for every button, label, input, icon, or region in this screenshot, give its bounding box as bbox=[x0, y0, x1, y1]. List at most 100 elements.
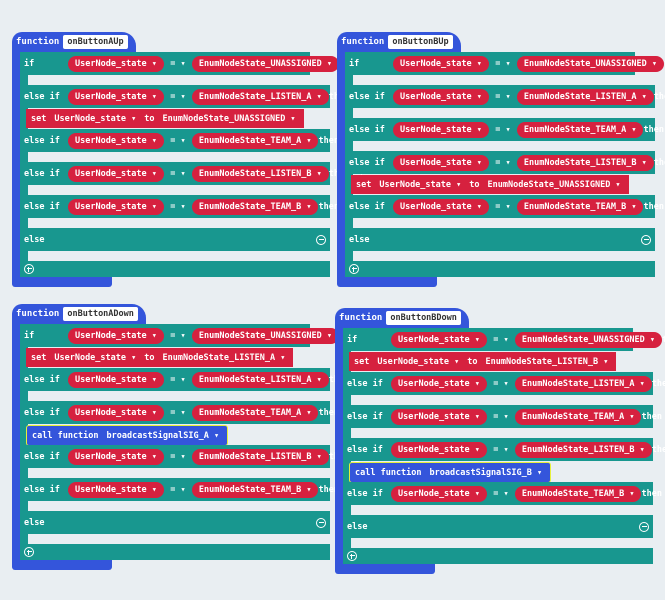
operator-dropdown[interactable]: = ▾ bbox=[487, 489, 515, 499]
variable-dropdown[interactable]: UserNode_state ▾ bbox=[391, 375, 487, 392]
enum-value-dropdown[interactable]: EnumNodeState_LISTEN_B ▾ bbox=[486, 357, 609, 367]
enum-value-dropdown[interactable]: EnumNodeState_UNASSIGNED ▾ bbox=[191, 55, 339, 72]
else-if-row[interactable]: else if UserNode_state ▾ = ▾ EnumNodeState_… bbox=[345, 151, 665, 174]
operator-dropdown[interactable]: = ▾ bbox=[489, 125, 517, 135]
enum-value-dropdown[interactable]: EnumNodeState_TEAM_B ▾ bbox=[516, 198, 644, 215]
enum-value-dropdown[interactable]: EnumNodeState_UNASSIGNED ▾ bbox=[163, 114, 296, 124]
function-dropdown[interactable]: broadcastSignalSIG_B ▾ bbox=[430, 468, 543, 478]
operator-dropdown[interactable]: = ▾ bbox=[164, 408, 192, 418]
else-if-row[interactable]: else if UserNode_state ▾ = ▾ EnumNodeState_… bbox=[20, 401, 352, 424]
operator-dropdown[interactable]: = ▾ bbox=[164, 202, 192, 212]
else-if-row[interactable]: else if UserNode_state ▾ = ▾ EnumNodeState_… bbox=[20, 85, 363, 108]
function-name-field[interactable]: onButtonAUp bbox=[63, 35, 128, 49]
else-row[interactable]: else bbox=[20, 511, 330, 534]
function-name-field[interactable]: onButtonBUp bbox=[388, 35, 453, 49]
enum-value-dropdown[interactable]: EnumNodeState_UNASSIGNED ▾ bbox=[191, 327, 339, 344]
enum-value-dropdown[interactable]: EnumNodeState_TEAM_A ▾ bbox=[514, 408, 642, 425]
variable-dropdown[interactable]: UserNode_state ▾ bbox=[393, 154, 489, 171]
enum-value-dropdown[interactable]: EnumNodeState_LISTEN_B ▾ bbox=[514, 441, 652, 458]
enum-value-dropdown[interactable]: EnumNodeState_TEAM_B ▾ bbox=[191, 198, 319, 215]
minus-circle-icon[interactable] bbox=[641, 234, 651, 245]
enum-value-dropdown[interactable]: EnumNodeState_TEAM_B ▾ bbox=[191, 481, 319, 498]
else-row[interactable]: else bbox=[343, 515, 653, 538]
else-if-row[interactable]: else if UserNode_state ▾ = ▾ EnumNodeState_… bbox=[345, 118, 664, 141]
else-if-row[interactable]: else if UserNode_state ▾ = ▾ EnumNodeState_… bbox=[345, 85, 665, 108]
variable-dropdown[interactable]: UserNode_state ▾ bbox=[68, 132, 164, 149]
function-name-field[interactable]: onButtonADown bbox=[63, 307, 138, 321]
enum-value-dropdown[interactable]: EnumNodeState_TEAM_A ▾ bbox=[191, 404, 319, 421]
enum-value-dropdown[interactable]: EnumNodeState_UNASSIGNED ▾ bbox=[516, 55, 664, 72]
set-variable-block[interactable]: set UserNode_state ▾ to EnumNodeState_UNASS… bbox=[26, 109, 304, 128]
variable-dropdown[interactable]: UserNode_state ▾ bbox=[54, 353, 136, 363]
variable-dropdown[interactable]: UserNode_state ▾ bbox=[68, 327, 164, 344]
else-if-row[interactable]: else if UserNode_state ▾ = ▾ EnumNodeState_… bbox=[343, 482, 665, 505]
function-header[interactable]: function onButtonAUp bbox=[12, 32, 136, 52]
operator-dropdown[interactable]: = ▾ bbox=[164, 485, 192, 495]
plus-circle-icon[interactable] bbox=[347, 551, 357, 561]
function-header[interactable]: function onButtonADown bbox=[12, 304, 146, 324]
enum-value-dropdown[interactable]: EnumNodeState_TEAM_A ▾ bbox=[191, 132, 319, 149]
set-variable-block[interactable]: set UserNode_state ▾ to EnumNodeState_LISTE… bbox=[349, 352, 617, 371]
operator-dropdown[interactable]: = ▾ bbox=[489, 92, 517, 102]
variable-dropdown[interactable]: UserNode_state ▾ bbox=[393, 55, 489, 72]
enum-value-dropdown[interactable]: EnumNodeState_LISTEN_A ▾ bbox=[191, 88, 329, 105]
operator-dropdown[interactable]: = ▾ bbox=[487, 445, 515, 455]
variable-dropdown[interactable]: UserNode_state ▾ bbox=[391, 441, 487, 458]
minus-circle-icon[interactable] bbox=[316, 234, 326, 245]
variable-dropdown[interactable]: UserNode_state ▾ bbox=[391, 331, 487, 348]
else-if-row[interactable]: else if UserNode_state ▾ = ▾ EnumNodeState_… bbox=[20, 478, 352, 501]
enum-value-dropdown[interactable]: EnumNodeState_LISTEN_B ▾ bbox=[516, 154, 654, 171]
operator-dropdown[interactable]: = ▾ bbox=[487, 335, 515, 345]
variable-dropdown[interactable]: UserNode_state ▾ bbox=[391, 408, 487, 425]
else-if-row[interactable]: else if UserNode_state ▾ = ▾ EnumNodeState_… bbox=[343, 372, 665, 395]
else-if-row[interactable]: else if UserNode_state ▾ = ▾ EnumNodeState_… bbox=[20, 368, 363, 391]
plus-circle-icon[interactable] bbox=[349, 264, 359, 274]
variable-dropdown[interactable]: UserNode_state ▾ bbox=[377, 357, 459, 367]
operator-dropdown[interactable]: = ▾ bbox=[164, 452, 192, 462]
variable-dropdown[interactable]: UserNode_state ▾ bbox=[54, 114, 136, 124]
function-name-field[interactable]: onButtonBDown bbox=[386, 311, 461, 325]
else-if-row[interactable]: else if UserNode_state ▾ = ▾ EnumNodeState_… bbox=[20, 162, 363, 185]
else-if-row[interactable]: else if UserNode_state ▾ = ▾ EnumNodeState_… bbox=[345, 195, 664, 218]
function-dropdown[interactable]: broadcastSignalSIG_A ▾ bbox=[107, 431, 220, 441]
variable-dropdown[interactable]: UserNode_state ▾ bbox=[393, 198, 489, 215]
variable-dropdown[interactable]: UserNode_state ▾ bbox=[391, 485, 487, 502]
enum-value-dropdown[interactable]: EnumNodeState_TEAM_B ▾ bbox=[514, 485, 642, 502]
if-row[interactable]: if UserNode_state ▾ = ▾ EnumNodeState_UNASS… bbox=[20, 324, 359, 347]
if-row[interactable]: if UserNode_state ▾ = ▾ EnumNodeState_UNASS… bbox=[343, 328, 665, 351]
operator-dropdown[interactable]: = ▾ bbox=[164, 136, 192, 146]
else-if-row[interactable]: else if UserNode_state ▾ = ▾ EnumNodeState_… bbox=[343, 405, 665, 428]
plus-circle-icon[interactable] bbox=[24, 264, 34, 274]
enum-value-dropdown[interactable]: EnumNodeState_LISTEN_A ▾ bbox=[191, 371, 329, 388]
minus-circle-icon[interactable] bbox=[639, 521, 649, 532]
operator-dropdown[interactable]: = ▾ bbox=[164, 331, 192, 341]
enum-value-dropdown[interactable]: EnumNodeState_LISTEN_A ▾ bbox=[163, 353, 286, 363]
set-variable-block[interactable]: set UserNode_state ▾ to EnumNodeState_LISTE… bbox=[26, 348, 294, 367]
variable-dropdown[interactable]: UserNode_state ▾ bbox=[393, 121, 489, 138]
operator-dropdown[interactable]: = ▾ bbox=[487, 412, 515, 422]
operator-dropdown[interactable]: = ▾ bbox=[164, 92, 192, 102]
variable-dropdown[interactable]: UserNode_state ▾ bbox=[379, 180, 461, 190]
variable-dropdown[interactable]: UserNode_state ▾ bbox=[68, 481, 164, 498]
else-if-row[interactable]: else if UserNode_state ▾ = ▾ EnumNodeState_… bbox=[20, 445, 363, 468]
else-if-row[interactable]: else if UserNode_state ▾ = ▾ EnumNodeState_… bbox=[20, 195, 352, 218]
enum-value-dropdown[interactable]: EnumNodeState_LISTEN_A ▾ bbox=[514, 375, 652, 392]
else-row[interactable]: else bbox=[345, 228, 655, 251]
operator-dropdown[interactable]: = ▾ bbox=[164, 59, 192, 69]
if-row[interactable]: if UserNode_state ▾ = ▾ EnumNodeState_UNASS… bbox=[345, 52, 665, 75]
variable-dropdown[interactable]: UserNode_state ▾ bbox=[68, 165, 164, 182]
set-variable-block[interactable]: set UserNode_state ▾ to EnumNodeState_UNASS… bbox=[351, 175, 629, 194]
operator-dropdown[interactable]: = ▾ bbox=[489, 59, 517, 69]
variable-dropdown[interactable]: UserNode_state ▾ bbox=[68, 448, 164, 465]
variable-dropdown[interactable]: UserNode_state ▾ bbox=[68, 55, 164, 72]
variable-dropdown[interactable]: UserNode_state ▾ bbox=[68, 371, 164, 388]
operator-dropdown[interactable]: = ▾ bbox=[489, 202, 517, 212]
else-row[interactable]: else bbox=[20, 228, 330, 251]
operator-dropdown[interactable]: = ▾ bbox=[489, 158, 517, 168]
enum-value-dropdown[interactable]: EnumNodeState_UNASSIGNED ▾ bbox=[514, 331, 662, 348]
function-header[interactable]: function onButtonBDown bbox=[335, 308, 469, 328]
operator-dropdown[interactable]: = ▾ bbox=[164, 169, 192, 179]
variable-dropdown[interactable]: UserNode_state ▾ bbox=[393, 88, 489, 105]
enum-value-dropdown[interactable]: EnumNodeState_LISTEN_A ▾ bbox=[516, 88, 654, 105]
else-if-row[interactable]: else if UserNode_state ▾ = ▾ EnumNodeState_… bbox=[20, 129, 352, 152]
